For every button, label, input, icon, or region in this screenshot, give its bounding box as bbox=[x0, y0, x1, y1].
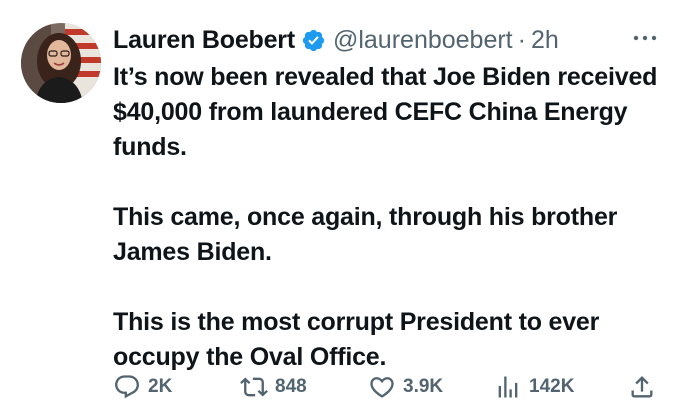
tweet-paragraph: This is the most corrupt President to ev… bbox=[113, 308, 600, 371]
heart-icon bbox=[368, 373, 396, 401]
like-count: 3.9K bbox=[403, 376, 444, 397]
timestamp[interactable]: 2h bbox=[531, 26, 559, 55]
avatar[interactable] bbox=[21, 23, 101, 103]
reply-icon bbox=[113, 373, 141, 401]
tweet-actions: 2K 848 3.9K 142K bbox=[113, 372, 673, 402]
retweet-icon bbox=[240, 373, 268, 401]
author-handle[interactable]: @laurenboebert bbox=[333, 26, 513, 55]
views-count: 142K bbox=[529, 376, 575, 397]
share-icon bbox=[628, 373, 656, 401]
views-button[interactable]: 142K bbox=[494, 372, 574, 402]
tweet-paragraph: This came, once again, through his broth… bbox=[113, 203, 618, 266]
author-name[interactable]: Lauren Boebert bbox=[113, 26, 295, 55]
tweet-header: Lauren Boebert @laurenboebert · 2h bbox=[113, 23, 559, 57]
share-button[interactable] bbox=[628, 372, 656, 402]
reply-count: 2K bbox=[148, 376, 173, 397]
retweet-count: 848 bbox=[275, 376, 307, 397]
tweet-text: It’s now been revealed that Joe Biden re… bbox=[113, 60, 673, 375]
more-options-icon[interactable] bbox=[630, 28, 660, 48]
reply-button[interactable]: 2K bbox=[113, 372, 172, 402]
tweet[interactable]: Lauren Boebert @laurenboebert · 2h It’s … bbox=[0, 0, 680, 419]
separator-dot: · bbox=[517, 25, 526, 54]
avatar-image bbox=[21, 23, 101, 103]
verified-badge-icon bbox=[301, 28, 326, 53]
like-button[interactable]: 3.9K bbox=[368, 372, 443, 402]
tweet-paragraph: It’s now been revealed that Joe Biden re… bbox=[113, 63, 658, 161]
retweet-button[interactable]: 848 bbox=[240, 372, 307, 402]
views-icon bbox=[494, 373, 522, 401]
